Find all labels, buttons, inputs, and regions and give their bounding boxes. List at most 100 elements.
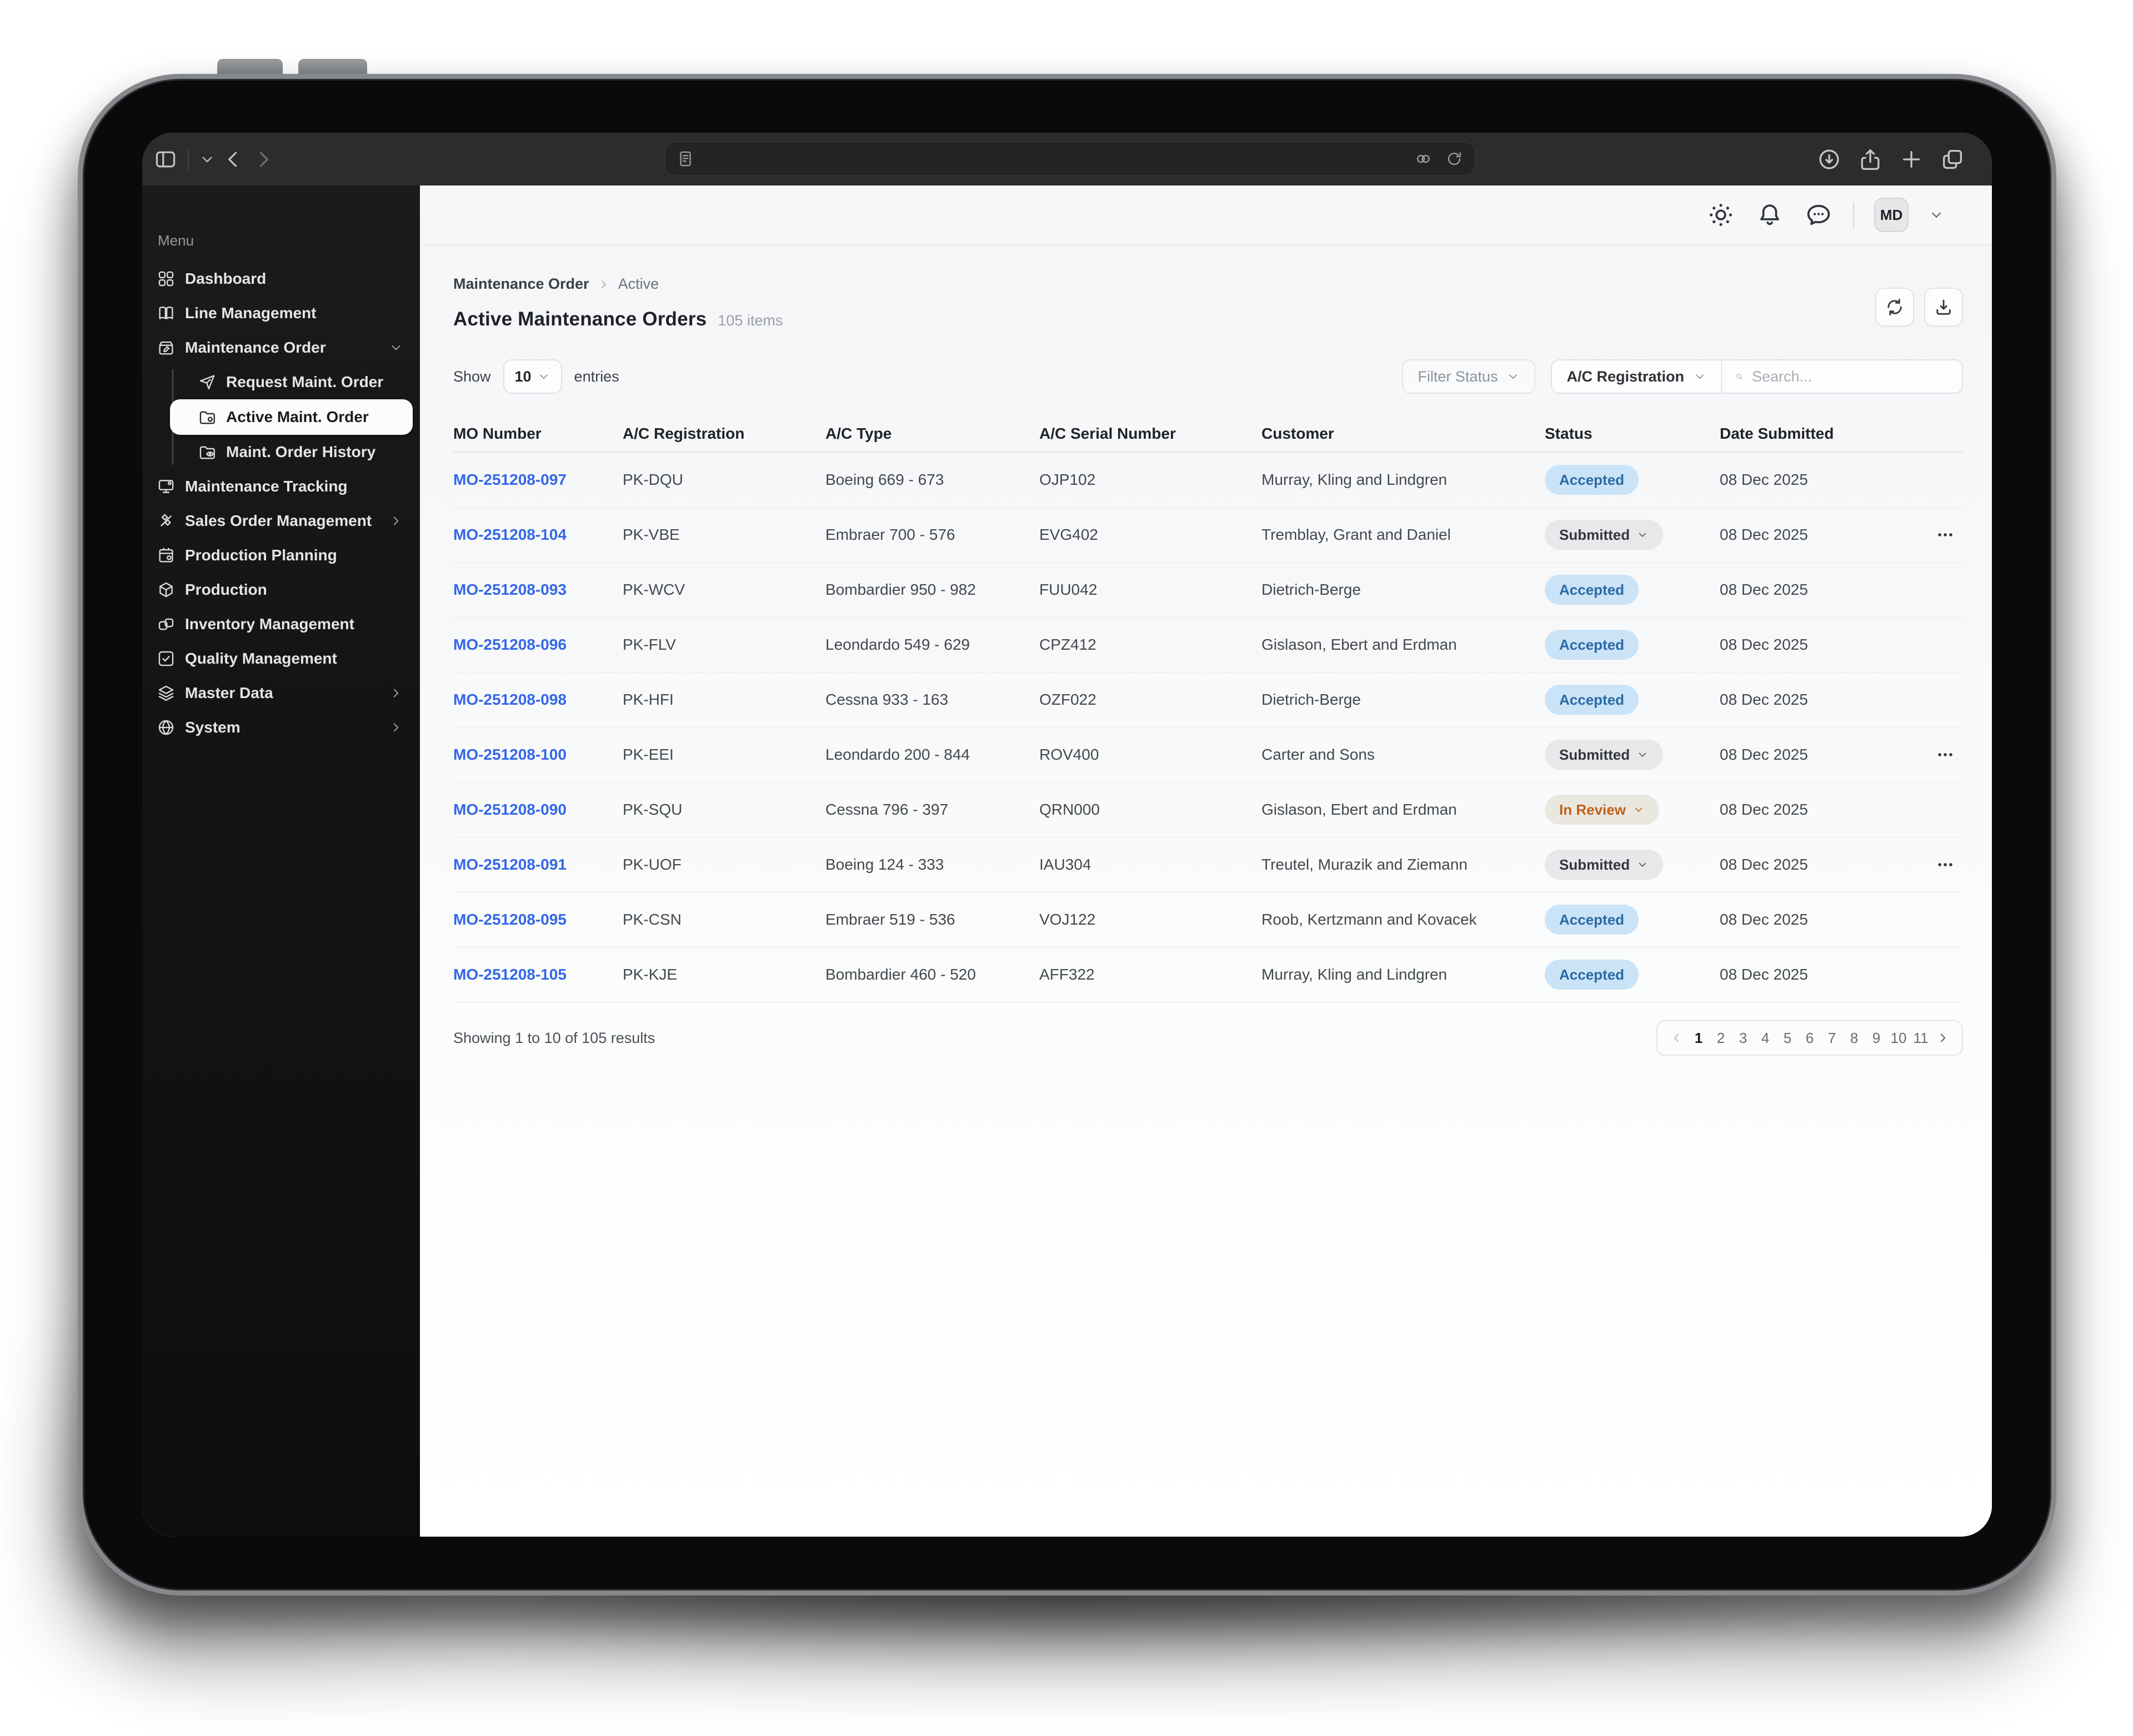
row-actions-button[interactable] [1927, 741, 1963, 769]
chevron-right-icon [389, 514, 403, 528]
book-icon [157, 304, 176, 323]
page-button-2[interactable]: 2 [1710, 1022, 1732, 1053]
page-button-7[interactable]: 7 [1821, 1022, 1843, 1053]
cell-serial-number: CPZ412 [1039, 636, 1096, 653]
reload-icon[interactable] [1445, 149, 1464, 168]
breadcrumb-parent[interactable]: Maintenance Order [453, 275, 589, 293]
forward-icon[interactable] [251, 147, 276, 172]
sidebar-item-line-management[interactable]: Line Management [142, 296, 420, 330]
search-category-dropdown[interactable]: A/C Registration [1552, 360, 1722, 393]
refresh-button[interactable] [1875, 288, 1914, 327]
page-button-5[interactable]: 5 [1776, 1022, 1799, 1053]
cell-status: Submitted [1545, 740, 1720, 770]
sidebar-item-production-planning[interactable]: Production Planning [142, 538, 420, 573]
mo-number-link[interactable]: MO-251208-096 [453, 636, 623, 654]
column-header: Customer [1261, 425, 1334, 442]
status-badge-submitted[interactable]: Submitted [1545, 850, 1664, 880]
status-badge-in_review[interactable]: In Review [1545, 795, 1659, 825]
table-row: MO-251208-095 PK-CSN Embraer 519 - 536 VOJ1… [453, 892, 1963, 947]
planning-icon [157, 546, 176, 565]
row-actions-button[interactable] [1927, 521, 1963, 549]
reader-icon[interactable] [676, 149, 695, 168]
sidebar-item-maint-order-history[interactable]: Maint. Order History [142, 435, 420, 469]
url-bar[interactable] [664, 142, 1475, 176]
sidebar-item-production[interactable]: Production [142, 573, 420, 607]
chevron-left-icon [1669, 1031, 1684, 1045]
sidebar-item-master-data[interactable]: Master Data [142, 676, 420, 710]
maintenance-order-icon [157, 338, 176, 357]
mo-number-link[interactable]: MO-251208-091 [453, 856, 623, 874]
mo-number-link[interactable]: MO-251208-098 [453, 691, 623, 709]
mo-number-link[interactable]: MO-251208-105 [453, 966, 623, 984]
sidebar-item-maintenance-order[interactable]: Maintenance Order [142, 330, 420, 365]
share-icon[interactable] [1857, 147, 1883, 172]
notifications-icon[interactable] [1755, 200, 1784, 229]
sidebar-item-request-maint-order[interactable]: Request Maint. Order [142, 365, 420, 399]
chevron-down-icon [537, 370, 550, 383]
cell-customer: Treutel, Murazik and Ziemann [1261, 856, 1468, 873]
downloads-icon[interactable] [1816, 147, 1842, 172]
cell-date-submitted: 08 Dec 2025 [1720, 856, 1808, 873]
cell-serial-number: QRN000 [1039, 801, 1100, 818]
theme-icon[interactable] [1706, 200, 1735, 229]
sidebar-item-active-maint-order[interactable]: Active Maint. Order [170, 399, 413, 435]
new-tab-icon[interactable] [1899, 147, 1924, 172]
sidebar-item-maintenance-tracking[interactable]: Maintenance Tracking [142, 469, 420, 504]
mo-number-link[interactable]: MO-251208-097 [453, 471, 623, 489]
cell-status: Accepted [1545, 630, 1720, 660]
send-icon [198, 373, 217, 392]
page-button-8[interactable]: 8 [1843, 1022, 1865, 1053]
mo-number-link[interactable]: MO-251208-093 [453, 581, 623, 599]
search-field [1722, 360, 1962, 393]
quality-icon [157, 649, 176, 668]
screen: Menu Dashboard Line Management Maintenance… [142, 133, 1992, 1537]
cell-customer: Dietrich-Berge [1261, 691, 1361, 708]
page-button-11[interactable]: 11 [1910, 1022, 1932, 1053]
passwords-icon[interactable] [1414, 149, 1433, 168]
sidebar-item-label: Inventory Management [185, 615, 354, 633]
status-label: Submitted [1559, 856, 1630, 873]
mo-number-link[interactable]: MO-251208-090 [453, 801, 623, 819]
mo-number-link[interactable]: MO-251208-100 [453, 746, 623, 764]
page-button-3[interactable]: 3 [1732, 1022, 1754, 1053]
page-next-button[interactable] [1932, 1022, 1954, 1053]
filter-status-dropdown[interactable]: Filter Status [1402, 359, 1536, 394]
sidebar-item-quality-management[interactable]: Quality Management [142, 641, 420, 676]
page-button-9[interactable]: 9 [1865, 1022, 1887, 1053]
status-label: Accepted [1559, 581, 1625, 598]
status-badge-submitted[interactable]: Submitted [1545, 520, 1664, 550]
sidebar-item-label: Active Maint. Order [226, 408, 369, 425]
avatar-chevron-down-icon[interactable] [1929, 207, 1944, 223]
page-button-1[interactable]: 1 [1688, 1022, 1710, 1053]
page-prev-button[interactable] [1665, 1022, 1688, 1053]
back-icon[interactable] [221, 147, 246, 172]
mo-number-link[interactable]: MO-251208-095 [453, 911, 623, 929]
sidebar-item-system[interactable]: System [142, 710, 420, 745]
row-actions-button[interactable] [1927, 851, 1963, 879]
status-badge-submitted[interactable]: Submitted [1545, 740, 1664, 770]
tabs-icon[interactable] [1940, 147, 1965, 172]
cell-registration: PK-EEI [623, 746, 674, 763]
chevron-down-icon[interactable] [199, 151, 216, 168]
messages-icon[interactable] [1804, 200, 1833, 229]
sidebar-panel-icon[interactable] [153, 147, 178, 172]
page-button-6[interactable]: 6 [1799, 1022, 1821, 1053]
page-button-4[interactable]: 4 [1754, 1022, 1776, 1053]
page-size-select[interactable]: 10 [503, 359, 562, 394]
cell-status: In Review [1545, 795, 1720, 825]
sidebar-item-inventory-management[interactable]: Inventory Management [142, 607, 420, 641]
header-divider [1853, 202, 1854, 228]
export-button[interactable] [1924, 288, 1963, 327]
show-label: Show [453, 368, 491, 385]
mo-number-link[interactable]: MO-251208-104 [453, 526, 623, 544]
cell-status: Accepted [1545, 465, 1720, 495]
search-input[interactable] [1752, 368, 1949, 385]
column-header: Status [1545, 425, 1593, 442]
sidebar-item-sales-order-management[interactable]: Sales Order Management [142, 504, 420, 538]
page-button-10[interactable]: 10 [1887, 1022, 1910, 1053]
avatar[interactable]: MD [1874, 198, 1909, 232]
sidebar-item-dashboard[interactable]: Dashboard [142, 262, 420, 296]
status-badge-accepted: Accepted [1545, 630, 1639, 660]
sidebar-item-label: Quality Management [185, 650, 337, 667]
cell-date-submitted: 08 Dec 2025 [1720, 581, 1808, 598]
